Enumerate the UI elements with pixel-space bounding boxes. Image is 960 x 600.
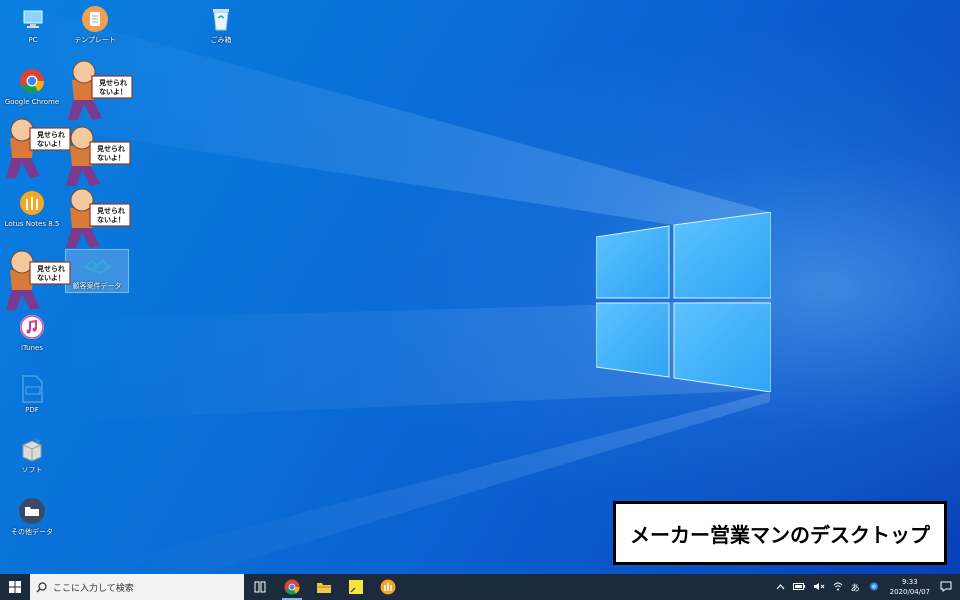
task-view-button[interactable] — [244, 574, 276, 600]
taskbar-app-chrome[interactable] — [276, 574, 308, 600]
show-hidden-icons-button[interactable] — [776, 583, 785, 592]
battery-status[interactable] — [792, 582, 805, 592]
battery-icon — [792, 582, 805, 590]
task-view-icon — [254, 581, 266, 593]
pdf-icon — [22, 375, 43, 403]
lotus-notes-icon — [380, 579, 396, 595]
icon-label: ソフト — [21, 466, 43, 474]
desktop-icon-other-data[interactable]: その他データ — [1, 496, 63, 537]
icon-label: PC — [28, 36, 38, 44]
censor-sticker-text: 見せられ — [97, 145, 125, 153]
icon-label: その他データ — [11, 528, 53, 536]
clock-time: 9:33 — [901, 578, 918, 586]
chevron-up-icon — [776, 583, 785, 589]
volume-button[interactable] — [813, 582, 825, 593]
chrome-icon — [284, 579, 300, 595]
desktop-icon-customer-data[interactable]: 顧客案件データ — [65, 249, 129, 293]
desktop-icon-recycle-bin[interactable]: ごみ箱 — [190, 4, 252, 45]
censor-sticker: 見せられ ないよ！ — [62, 58, 134, 122]
icon-label: Google Chrome — [4, 98, 60, 106]
itunes-icon — [20, 315, 44, 339]
document-icon — [82, 6, 108, 32]
icon-label: ごみ箱 — [210, 36, 232, 44]
desktop-icon-pc[interactable]: PC — [2, 4, 64, 45]
notification-icon — [940, 581, 952, 592]
file-explorer-icon — [317, 583, 331, 593]
icon-label: iTunes — [21, 344, 43, 352]
chrome-icon — [20, 69, 44, 94]
censor-sticker-text: ないよ！ — [97, 154, 125, 162]
icon-label: PDF — [25, 406, 39, 414]
censor-sticker-text: ないよ！ — [37, 274, 65, 282]
taskbar-app-sticky-notes[interactable] — [340, 574, 372, 600]
censor-sticker-text: 見せられ — [97, 207, 125, 215]
start-button[interactable] — [0, 574, 30, 600]
software-icon — [22, 437, 42, 462]
wifi-icon — [833, 582, 842, 590]
pc-icon — [23, 10, 43, 28]
desktop-icon-itunes[interactable]: iTunes — [1, 312, 63, 353]
onedrive-cloud-icon — [869, 582, 878, 590]
search-placeholder: ここに入力して検索 — [53, 583, 134, 594]
search-icon — [36, 581, 47, 592]
desktop: PC テンプレート ごみ箱 Google Chrome Lotus Notes … — [0, 0, 960, 574]
caption-box: メーカー営業マンのデスクトップ — [613, 501, 947, 565]
censor-sticker-text: ないよ！ — [99, 88, 127, 96]
recycle-bin-icon — [213, 9, 229, 31]
censor-sticker: 見せられ ないよ！ — [0, 248, 72, 312]
taskbar-app-lotus-notes[interactable] — [372, 574, 404, 600]
system-tray: あ 9:33 2020/04/07 — [772, 574, 960, 600]
taskbar-clock[interactable]: 9:33 2020/04/07 — [890, 577, 930, 597]
desktop-icon-software[interactable]: ソフト — [1, 434, 63, 475]
taskbar: ここに入力して検索 あ 9:33 2020/04/07 — [0, 574, 960, 600]
icon-label: テンプレート — [74, 36, 116, 44]
speaker-muted-icon — [813, 582, 824, 590]
censor-sticker-text: 見せられ — [99, 79, 127, 87]
icon-label: 顧客案件データ — [72, 282, 122, 290]
ime-indicator[interactable]: あ — [851, 581, 860, 594]
windows-start-icon — [9, 581, 21, 593]
desktop-icon-chrome[interactable]: Google Chrome — [1, 66, 63, 107]
censor-sticker: 見せられ ないよ！ — [60, 124, 132, 188]
censor-sticker-text: ないよ！ — [97, 216, 125, 224]
censor-sticker: 見せられ ないよ！ — [60, 186, 132, 250]
onedrive-button[interactable] — [868, 582, 880, 593]
clock-date: 2020/04/07 — [889, 588, 930, 596]
windows-logo-wallpaper — [596, 212, 771, 392]
icon-label: Lotus Notes 8.5 — [4, 220, 60, 228]
desktop-icon-lotus-notes[interactable]: Lotus Notes 8.5 — [1, 188, 63, 229]
sticky-notes-icon — [349, 580, 363, 594]
desktop-icon-template[interactable]: テンプレート — [64, 4, 126, 45]
taskbar-search-box[interactable]: ここに入力して検索 — [30, 574, 244, 600]
folder-icon — [19, 498, 45, 524]
censor-sticker-text: 見せられ — [37, 265, 65, 273]
lotus-notes-icon — [20, 191, 44, 215]
taskbar-app-file-explorer[interactable] — [308, 574, 340, 600]
desktop-icon-pdf[interactable]: PDF — [1, 374, 63, 415]
network-button[interactable] — [833, 582, 843, 593]
handshake-icon — [83, 259, 111, 275]
action-center-button[interactable] — [940, 581, 952, 594]
